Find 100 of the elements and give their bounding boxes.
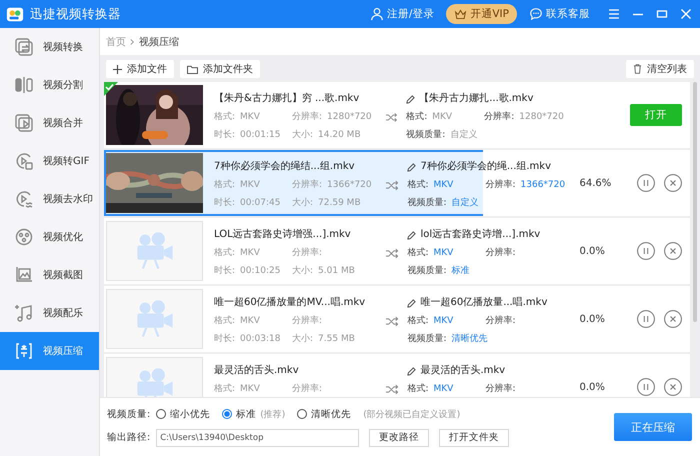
sidebar-item[interactable]: 视频转换	[0, 28, 99, 66]
pause-icon[interactable]	[637, 242, 655, 260]
merge-icon	[14, 113, 34, 133]
pencil-icon[interactable]	[406, 94, 416, 104]
field-label: 格式:	[406, 110, 428, 124]
close-icon[interactable]	[664, 242, 682, 260]
video-row[interactable]: 最灵活的舌头.mkv 格式: MKV 分辨率: 最灵活的舌头.mkv 格式: MKV 分辨率: 0.0%	[104, 354, 690, 397]
output-file-name: 唯一超60亿播放量...唱.mkv	[420, 296, 548, 310]
pause-icon[interactable]	[637, 174, 655, 192]
quality-radio[interactable]: 清晰优先	[297, 408, 352, 420]
field-label: 分辨率:	[292, 382, 322, 396]
sidebar-item[interactable]: 视频配乐	[0, 294, 99, 332]
clear-list-button[interactable]: 清空列表	[626, 60, 694, 78]
vip-button[interactable]: 开通VIP	[446, 4, 517, 24]
field-value: 清晰优先	[452, 332, 488, 346]
field-label: 大小:	[292, 196, 314, 210]
field-value: MKV	[240, 179, 260, 192]
support-link[interactable]: 联系客服	[529, 7, 590, 21]
video-row[interactable]: 唯一超60亿播放量的MV...唱.mkv 格式: MKV 分辨率: 时长: 00:03:18 大小: 7.55 MB 唯一超60亿播放量...唱.mkv 格式: MKV 分辨率: 视频质量: 清晰优先 0.0%	[104, 286, 690, 352]
change-path-button[interactable]: 更改路径	[369, 428, 430, 446]
field-value: MKV	[240, 383, 260, 396]
pencil-icon[interactable]	[407, 366, 416, 376]
output-file-name: lol远古套路史诗增...].mkv	[420, 228, 540, 242]
done-check-icon	[104, 82, 118, 96]
breadcrumb-current: 视频压缩	[139, 36, 179, 48]
field-label: 分辨率:	[485, 382, 516, 396]
pause-icon[interactable]	[637, 378, 655, 396]
pencil-icon[interactable]	[407, 230, 416, 240]
field-value: MKV	[434, 383, 454, 396]
field-value: 1280*720	[327, 111, 372, 124]
field-label: 大小:	[292, 332, 314, 346]
sidebar-item[interactable]: 视频去水印	[0, 180, 99, 218]
pencil-icon[interactable]	[407, 162, 416, 172]
source-file-name: LOL远古套路史诗增强...].mkv	[214, 228, 352, 242]
close-icon[interactable]	[664, 174, 682, 192]
field-label: 格式:	[214, 178, 236, 192]
plus-icon	[113, 64, 122, 74]
folder-icon	[187, 64, 198, 74]
watermark-icon	[14, 189, 34, 209]
field-label: 分辨率:	[485, 246, 516, 260]
progress-percent: 64.6%	[579, 178, 612, 188]
field-label: 视频质量:	[406, 128, 446, 142]
field-label: 分辨率:	[292, 314, 322, 328]
field-label: 格式:	[214, 110, 236, 124]
field-value: 14.20 MB	[318, 129, 361, 142]
field-label: 格式:	[407, 382, 429, 396]
field-value: 00:03:18	[240, 333, 280, 346]
field-label: 格式:	[407, 178, 429, 192]
progress-percent: 0.0%	[579, 314, 605, 324]
close-icon[interactable]	[664, 310, 682, 328]
close-icon[interactable]	[664, 378, 682, 396]
add-folder-button[interactable]: 添加文件夹	[180, 60, 260, 78]
field-label: 时长:	[214, 196, 236, 210]
sidebar-item[interactable]: 视频截图	[0, 256, 99, 294]
sidebar-item[interactable]: 视频分割	[0, 66, 99, 104]
source-file-name: 7种你必须学会的绳结...组.mkv	[214, 160, 356, 174]
maximize-icon[interactable]	[656, 8, 668, 20]
output-file-name: 最灵活的舌头.mkv	[420, 364, 506, 378]
output-file-name: 【朱丹古力娜扎...歌.mkv	[419, 92, 534, 106]
path-field[interactable]: C:\Users\13940\Desktop	[156, 428, 360, 446]
pause-icon[interactable]	[637, 310, 655, 328]
field-value: MKV	[240, 111, 260, 124]
sidebar-item[interactable]: 视频合并	[0, 104, 99, 142]
field-label: 分辨率:	[292, 178, 322, 192]
quality-radio[interactable]: 缩小优先	[156, 408, 210, 420]
source-file-name: 最灵活的舌头.mkv	[214, 364, 300, 378]
quality-label: 视频质量:	[107, 408, 150, 420]
video-row[interactable]: 【朱丹&古力娜扎】穷 ...歌.mkv 格式: MKV 分辨率: 1280*720 时长: 00:01:15 大小: 14.20 MB 【朱丹古力娜扎...歌.mkv 格式: MKV 分辨率: 1280*720 视频质量: 自定义 打开	[104, 82, 690, 148]
music-note-icon	[14, 303, 34, 323]
field-value: MKV	[432, 111, 452, 124]
field-label: 格式:	[214, 314, 236, 328]
shuffle-icon	[386, 248, 398, 259]
quality-radio[interactable]: 标准 (推荐)	[222, 408, 286, 420]
field-value: 1366*720	[327, 179, 372, 192]
menu-icon[interactable]	[608, 8, 620, 20]
login-link[interactable]: 注册/登录	[370, 7, 434, 21]
sidebar-item[interactable]: 视频优化	[0, 218, 99, 256]
field-value: 自定义	[452, 196, 479, 210]
scrollbar[interactable]	[693, 82, 697, 322]
field-value: MKV	[434, 179, 454, 192]
field-value: 00:07:45	[240, 197, 280, 210]
field-label: 分辨率:	[484, 110, 514, 124]
shuffle-icon	[386, 316, 398, 327]
open-folder-button[interactable]: 打开文件夹	[439, 428, 510, 446]
trash-icon	[633, 64, 642, 74]
field-label: 时长:	[214, 128, 236, 142]
convert-icon	[14, 37, 34, 57]
add-file-button[interactable]: 添加文件	[106, 60, 174, 78]
field-value: 00:10:25	[240, 265, 280, 278]
shuffle-icon	[386, 180, 398, 191]
chat-icon	[529, 7, 543, 21]
field-label: 视频质量:	[407, 196, 447, 210]
sidebar-item[interactable]: 视频转GIF	[0, 142, 99, 180]
field-value: 72.59 MB	[318, 197, 361, 210]
pencil-icon[interactable]	[407, 298, 416, 308]
video-row[interactable]: LOL远古套路史诗增强...].mkv 格式: MKV 分辨率: 时长: 00:10:25 大小: 5.01 MB lol远古套路史诗增...].mkv 格式: MKV 分辨率: 视频质量: 标准 0.0%	[104, 218, 690, 284]
video-row[interactable]: 7种你必须学会的绳结...组.mkv 格式: MKV 分辨率: 1366*720 时长: 00:07:45 大小: 72.59 MB 7种你必须学会的绳...组.mkv 格式: MKV 分辨率: 1366*720 视频质量: 自定义 64.6%	[104, 150, 690, 216]
field-label: 视频质量:	[407, 264, 447, 278]
field-value: 7.55 MB	[318, 333, 355, 346]
sidebar-item[interactable]: 视频压缩	[0, 332, 99, 370]
